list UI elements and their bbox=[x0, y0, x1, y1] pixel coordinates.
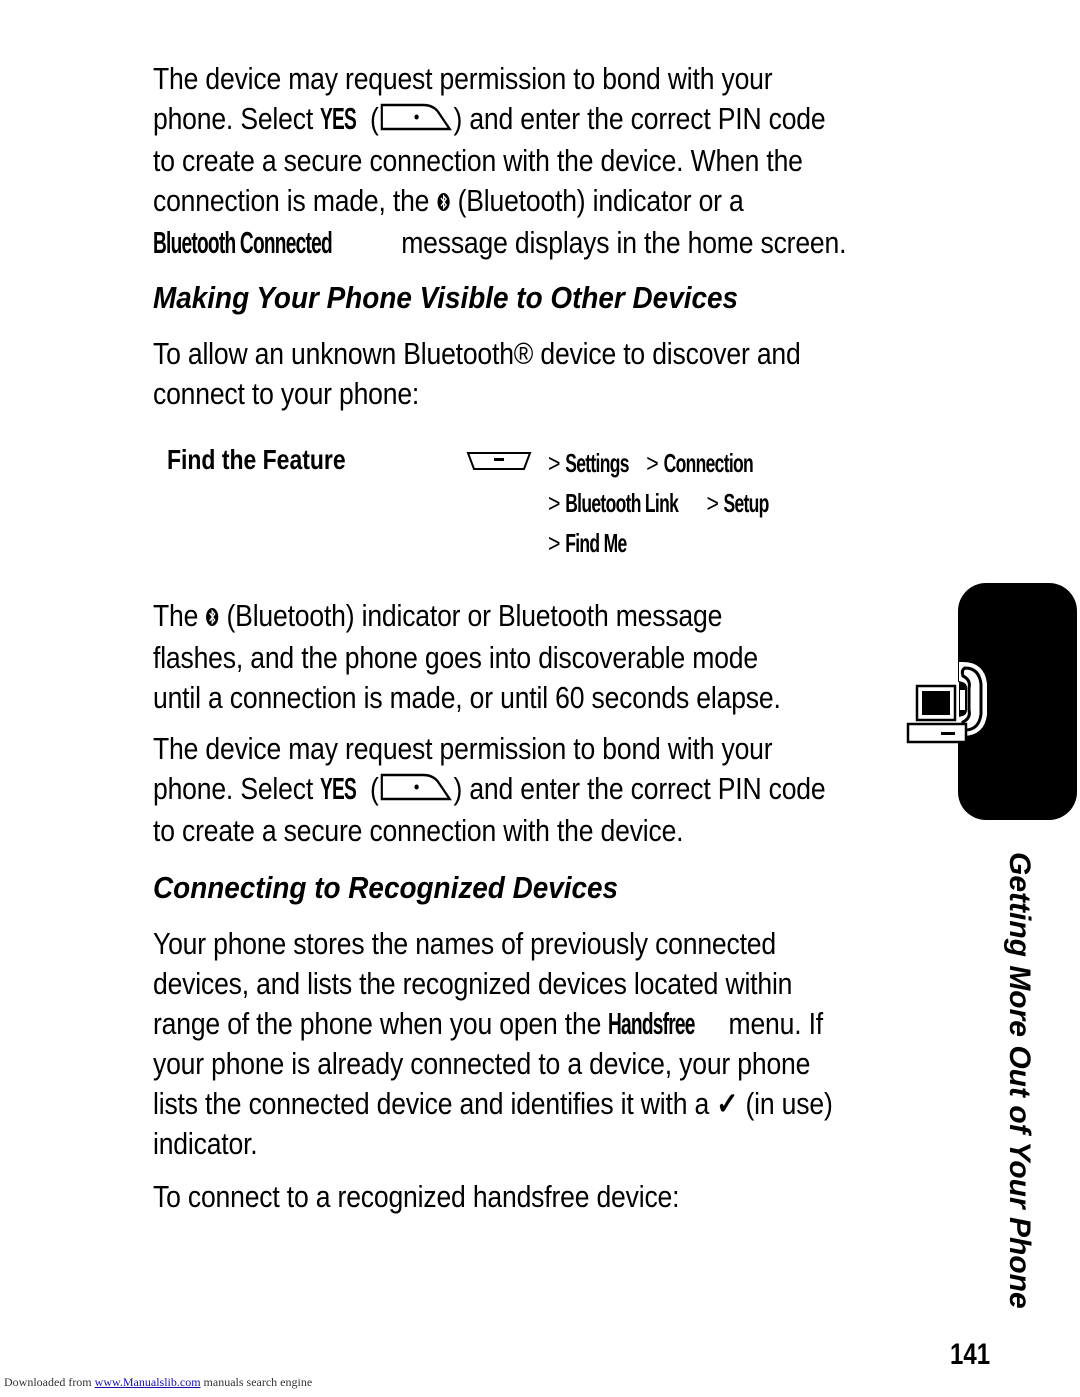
chapter-title: Getting More Out of Your Phone bbox=[1003, 852, 1036, 1309]
find-the-feature-label: Find the Feature bbox=[167, 444, 346, 475]
text-segment: ( bbox=[362, 772, 379, 806]
intro-paragraph: The device may request permission to bon… bbox=[153, 59, 849, 263]
soft-key-right-icon bbox=[379, 101, 454, 141]
text-line: To connect to a recognized handsfree dev… bbox=[153, 1180, 680, 1214]
menu-key-icon bbox=[466, 450, 532, 477]
text-line: The (Bluetooth) indicator or Bluetooth m… bbox=[153, 596, 849, 638]
text-line: devices, and lists the recognized device… bbox=[153, 967, 793, 1001]
section1-paragraph-2: The (Bluetooth) indicator or Bluetooth m… bbox=[153, 596, 849, 718]
text-segment: phone. Select bbox=[153, 772, 321, 806]
display-text-yes: YES bbox=[320, 102, 357, 136]
text-segment: lists the connected device and identifie… bbox=[153, 1087, 717, 1121]
text-segment: phone. Select bbox=[153, 102, 321, 136]
text-line: The device may request permission to bon… bbox=[153, 732, 773, 766]
checkmark-icon: ✓ bbox=[716, 1087, 739, 1121]
text-segment: ) and enter the correct PIN code bbox=[453, 772, 826, 806]
text-segment: message displays in the home screen. bbox=[394, 225, 847, 260]
feature-path-line-3: > Find Me bbox=[548, 528, 638, 559]
separator: > bbox=[548, 448, 561, 478]
separator: > bbox=[706, 488, 719, 518]
text-line: to create a secure connection with the d… bbox=[153, 813, 684, 848]
text-segment: connection is made, the bbox=[153, 183, 437, 218]
separator: > bbox=[646, 448, 659, 478]
separator: > bbox=[548, 528, 561, 558]
text-segment: ( bbox=[362, 102, 379, 136]
text-segment: (Bluetooth) indicator or a bbox=[450, 183, 744, 218]
text-line: your phone is already connected to a dev… bbox=[153, 1047, 811, 1081]
text-line: Your phone stores the names of previousl… bbox=[153, 927, 776, 961]
feature-path-line-2: > Bluetooth Link > Setup bbox=[548, 488, 776, 519]
menu-path-find-me: Find Me bbox=[565, 528, 627, 558]
section-heading-visible: Making Your Phone Visible to Other Devic… bbox=[153, 280, 739, 315]
menu-path-settings: Settings bbox=[565, 448, 629, 478]
text-line: connection is made, the (Bluetooth) indi… bbox=[153, 181, 849, 223]
text-segment: (Bluetooth) indicator or Bluetooth messa… bbox=[219, 599, 723, 633]
text-line: The device may request permission to bon… bbox=[153, 62, 773, 96]
section2-paragraph-1: Your phone stores the names of previousl… bbox=[153, 924, 849, 1164]
text-segment: menu. If bbox=[721, 1007, 824, 1041]
text-line: indicator. bbox=[153, 1127, 258, 1161]
text-line: phone. Select YES ( ) and enter the corre… bbox=[153, 769, 849, 811]
display-text-handsfree: Handsfree bbox=[608, 1007, 696, 1041]
footer-prefix: Downloaded from bbox=[4, 1375, 95, 1389]
menu-path-setup: Setup bbox=[723, 488, 770, 518]
text-line: until a connection is made, or until 60 … bbox=[153, 680, 781, 715]
separator: > bbox=[548, 488, 561, 518]
text-line: Bluetooth Connected message displays in … bbox=[153, 223, 849, 263]
download-footer: Downloaded from www.Manualslib.com manua… bbox=[4, 1375, 312, 1390]
text-segment: The bbox=[153, 599, 206, 633]
display-text-yes: YES bbox=[320, 772, 357, 806]
text-line: to create a secure connection with the d… bbox=[153, 143, 803, 178]
manual-page: The device may request permission to bon… bbox=[0, 0, 1080, 1397]
display-text-bluetooth-connected: Bluetooth Connected bbox=[153, 225, 333, 260]
text-line: lists the connected device and identifie… bbox=[153, 1084, 849, 1124]
text-segment: (in use) bbox=[738, 1087, 833, 1121]
section1-intro: To allow an unknown Bluetooth® device to… bbox=[153, 334, 849, 414]
menu-path-connection: Connection bbox=[663, 448, 754, 478]
page-number: 141 bbox=[950, 1338, 991, 1371]
computer-phone-icon bbox=[905, 660, 1005, 755]
section1-paragraph-3: The device may request permission to bon… bbox=[153, 729, 849, 851]
text-line: phone. Select YES ( ) and enter the corre… bbox=[153, 99, 849, 141]
menu-path-bluetooth-link: Bluetooth Link bbox=[565, 488, 679, 518]
bluetooth-icon bbox=[436, 183, 450, 223]
text-line: connect to your phone: bbox=[153, 377, 420, 411]
feature-path-line-1: > Settings > Connection bbox=[548, 448, 770, 479]
footer-suffix: manuals search engine bbox=[200, 1375, 313, 1389]
bluetooth-icon bbox=[205, 598, 219, 638]
text-line: flashes, and the phone goes into discove… bbox=[153, 640, 758, 675]
manualslib-link[interactable]: www.Manualslib.com bbox=[95, 1375, 201, 1389]
section-heading-recognized: Connecting to Recognized Devices bbox=[153, 870, 619, 905]
soft-key-right-icon bbox=[379, 771, 454, 811]
section2-paragraph-2: To connect to a recognized handsfree dev… bbox=[153, 1177, 849, 1217]
text-segment: ) and enter the correct PIN code bbox=[453, 102, 826, 136]
text-line: To allow an unknown Bluetooth® device to… bbox=[153, 337, 801, 371]
text-segment: range of the phone when you open the bbox=[153, 1007, 609, 1041]
text-line: range of the phone when you open the Han… bbox=[153, 1004, 849, 1044]
